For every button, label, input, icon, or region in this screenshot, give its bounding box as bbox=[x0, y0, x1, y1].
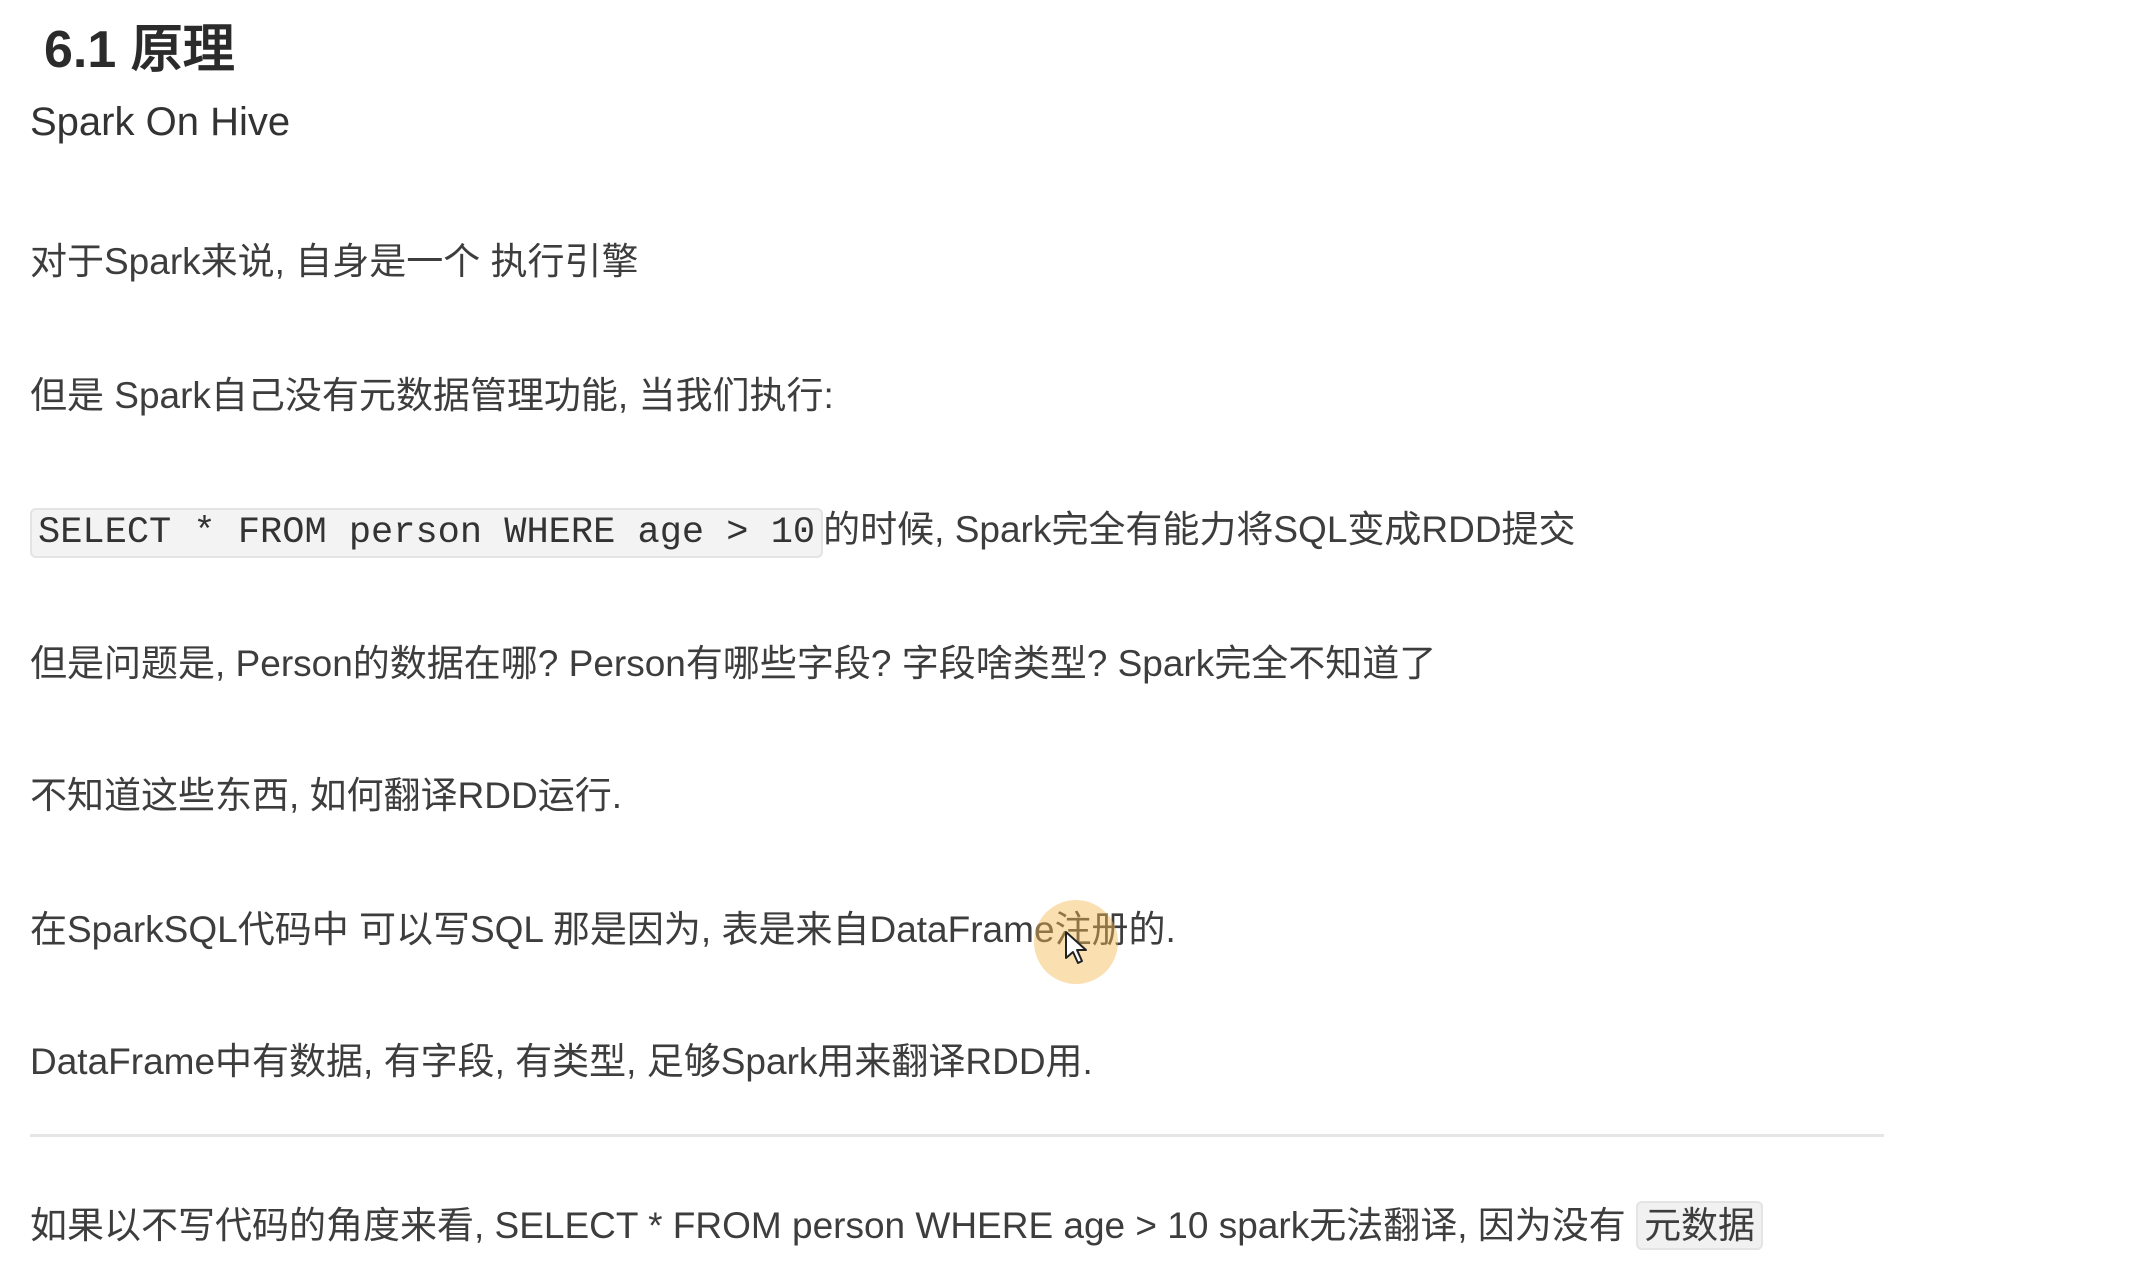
paragraph-no-metadata: 但是 Spark自己没有元数据管理功能, 当我们执行: bbox=[30, 375, 834, 416]
horizontal-divider bbox=[30, 1134, 1884, 1137]
inline-code-sql: SELECT * FROM person WHERE age > 10 bbox=[30, 508, 824, 558]
paragraph-question: 但是问题是, Person的数据在哪? Person有哪些字段? 字段啥类型? … bbox=[30, 643, 1437, 684]
mouse-pointer-icon bbox=[1065, 931, 1087, 964]
paragraph-dataframe: DataFrame中有数据, 有字段, 有类型, 足够Spark用来翻译RDD用… bbox=[30, 1041, 1093, 1082]
section-subheading: Spark On Hive bbox=[30, 100, 291, 144]
paragraph-unknown: 不知道这些东西, 如何翻译RDD运行. bbox=[30, 775, 622, 816]
paragraph-conclusion-text: 如果以不写代码的角度来看, SELECT * FROM person WHERE… bbox=[30, 1205, 1637, 1246]
paragraph-sparksql: 在SparkSQL代码中 可以写SQL 那是因为, 表是来自DataFrame注… bbox=[30, 909, 1176, 950]
highlight-metadata: 元数据 bbox=[1636, 1201, 1764, 1250]
section-heading: 6.1 原理 bbox=[44, 21, 235, 79]
document-page: 6.1 原理 Spark On Hive 对于Spark来说, 自身是一个 执行… bbox=[0, 0, 2134, 1266]
paragraph-sql-example: SELECT * FROM person WHERE age > 10 的时候, … bbox=[30, 500, 1576, 563]
paragraph-engine: 对于Spark来说, 自身是一个 执行引擎 bbox=[30, 241, 639, 282]
mouse-cursor bbox=[1034, 900, 1124, 990]
paragraph-conclusion: 如果以不写代码的角度来看, SELECT * FROM person WHERE… bbox=[30, 1196, 1764, 1256]
paragraph-sql-example-text: 的时候, Spark完全有能力将SQL变成RDD提交 bbox=[823, 509, 1576, 550]
